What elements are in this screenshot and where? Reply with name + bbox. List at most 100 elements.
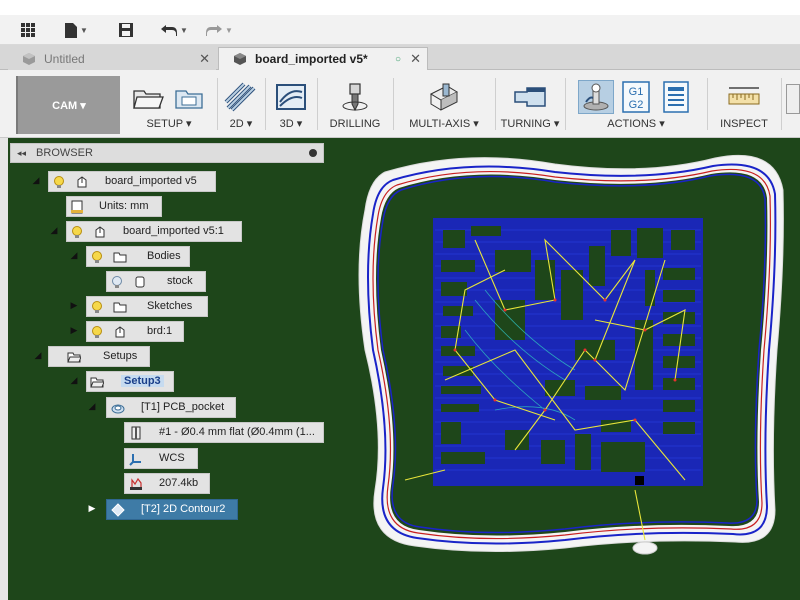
file-menu-button[interactable]: ▼ bbox=[64, 19, 88, 41]
expand-icon[interactable]: ▶ bbox=[68, 300, 80, 311]
folder-icon bbox=[113, 252, 127, 263]
turning-group[interactable]: TURNING ▾ bbox=[496, 74, 564, 134]
tree-node-toolpath-size[interactable]: 207.4kb bbox=[124, 473, 210, 494]
close-icon[interactable]: ✕ bbox=[410, 51, 421, 67]
expand-icon[interactable]: ◢ bbox=[30, 175, 42, 186]
tree-node-setup3[interactable]: Setup3 bbox=[86, 371, 174, 392]
tree-node-wcs[interactable]: WCS bbox=[124, 448, 198, 469]
post-process-icon[interactable]: G1 G2 bbox=[618, 80, 654, 114]
collapse-browser-icon[interactable]: ◂◂ bbox=[17, 148, 26, 159]
unsaved-indicator-icon: ○ bbox=[394, 53, 401, 65]
setup-sheet-document-icon[interactable] bbox=[658, 80, 694, 114]
2d-toolpath-icon[interactable] bbox=[223, 80, 259, 114]
tree-node-stock[interactable]: stock bbox=[106, 271, 206, 292]
toolpath-viewport[interactable] bbox=[345, 150, 800, 560]
multi-axis-group[interactable]: MULTI-AXIS ▾ bbox=[394, 74, 494, 134]
simulate-icon[interactable] bbox=[578, 80, 614, 114]
node-label: Bodies bbox=[147, 250, 181, 262]
visibility-bulb-icon[interactable] bbox=[90, 325, 104, 339]
3d-toolpath-icon[interactable] bbox=[273, 80, 309, 114]
expand-icon[interactable]: ◢ bbox=[48, 225, 60, 236]
expand-icon[interactable]: ▶ bbox=[68, 325, 80, 336]
document-icon bbox=[71, 200, 83, 214]
tree-node-bodies[interactable]: Bodies bbox=[86, 246, 190, 267]
tree-node-sketches[interactable]: Sketches bbox=[86, 296, 208, 317]
grid-icon bbox=[21, 23, 35, 37]
visibility-bulb-icon[interactable] bbox=[90, 300, 104, 314]
redo-icon bbox=[206, 25, 222, 36]
component-icon bbox=[77, 176, 87, 188]
visibility-bulb-icon[interactable] bbox=[110, 275, 124, 289]
expand-icon[interactable]: ◢ bbox=[68, 375, 80, 386]
stock-tab bbox=[632, 541, 658, 555]
component-icon bbox=[234, 53, 246, 65]
setup-sheet-icon[interactable] bbox=[172, 80, 208, 114]
measure-icon[interactable] bbox=[726, 80, 762, 114]
undo-icon bbox=[161, 25, 177, 36]
tree-node-root[interactable]: board_imported v5 bbox=[48, 171, 216, 192]
node-label: 207.4kb bbox=[159, 477, 199, 489]
actions-group[interactable]: G1 G2 ACTIONS ▾ bbox=[566, 74, 706, 134]
node-label: Setup3 bbox=[121, 375, 164, 387]
3d-group[interactable]: 3D ▾ bbox=[266, 74, 316, 134]
drilling-group[interactable]: DRILLING bbox=[318, 74, 392, 134]
undo-button[interactable]: ▼ bbox=[160, 19, 188, 41]
turning-icon[interactable] bbox=[512, 80, 548, 114]
save-button[interactable] bbox=[118, 19, 134, 41]
tree-node-setups[interactable]: Setups bbox=[48, 346, 150, 367]
component-icon bbox=[23, 52, 35, 65]
ribbon-toolbar: CAM ▾ SETUP ▾ 2D ▾ 3D ▾ DRILLING MULTI-A… bbox=[0, 70, 800, 138]
2d-label: 2D ▾ bbox=[229, 118, 253, 130]
multi-axis-icon[interactable] bbox=[426, 80, 462, 114]
multi-axis-label: MULTI-AXIS ▾ bbox=[409, 118, 479, 130]
browser-header[interactable]: ◂◂ BROWSER bbox=[10, 143, 324, 163]
expand-icon[interactable]: ◢ bbox=[32, 350, 44, 361]
turning-label: TURNING ▾ bbox=[500, 118, 560, 130]
tab-board-imported[interactable]: board_imported v5* ○ ✕ bbox=[218, 47, 428, 70]
save-icon bbox=[119, 23, 133, 37]
workspace-label: CAM ▾ bbox=[52, 99, 86, 112]
tab-untitled-label: Untitled bbox=[44, 51, 85, 66]
setup-group[interactable]: SETUP ▾ bbox=[122, 74, 216, 134]
redo-button[interactable]: ▼ bbox=[205, 19, 233, 41]
tree-node-brd[interactable]: brd:1 bbox=[86, 321, 184, 342]
expand-icon[interactable]: ◢ bbox=[86, 401, 98, 412]
node-label: Units: mm bbox=[99, 200, 149, 212]
tab-untitled[interactable]: Untitled ✕ bbox=[8, 47, 216, 70]
fusion-cam-window: ▼ ▼ ▼ Untitled ✕ board_imported v5* ○ ✕ bbox=[0, 0, 800, 600]
expand-icon[interactable]: ◢ bbox=[68, 250, 80, 261]
origin-marker bbox=[635, 476, 644, 485]
visibility-bulb-icon[interactable] bbox=[70, 225, 84, 239]
tree-node-tool[interactable]: #1 - Ø0.4 mm flat (Ø0.4mm (1... bbox=[124, 422, 324, 443]
expand-icon[interactable]: ▶ bbox=[86, 503, 98, 514]
overflow-tool-icon[interactable] bbox=[786, 84, 800, 114]
tree-node-2d-contour[interactable]: [T2] 2D Contour2 bbox=[106, 499, 238, 520]
pin-icon[interactable] bbox=[309, 149, 317, 157]
setup-folder-icon[interactable] bbox=[130, 80, 166, 114]
quick-access-toolbar: ▼ ▼ ▼ bbox=[0, 15, 800, 45]
workspace-switcher[interactable]: CAM ▾ bbox=[16, 76, 120, 134]
visibility-bulb-icon[interactable] bbox=[90, 250, 104, 264]
2d-group[interactable]: 2D ▾ bbox=[218, 74, 264, 134]
file-icon bbox=[65, 22, 77, 38]
actions-label: ACTIONS ▾ bbox=[607, 118, 665, 130]
coordinate-system-icon bbox=[129, 454, 141, 466]
inspect-group[interactable]: INSPECT bbox=[708, 74, 780, 134]
drill-icon[interactable] bbox=[337, 80, 373, 114]
tree-node-pcb-pocket[interactable]: [T1] PCB_pocket bbox=[106, 397, 236, 418]
node-label: [T2] 2D Contour2 bbox=[141, 503, 226, 515]
endmill-icon bbox=[131, 426, 141, 440]
toolpath-data-icon bbox=[130, 477, 142, 490]
divider bbox=[781, 78, 782, 130]
canvas-left-edge bbox=[0, 138, 8, 600]
node-label: stock bbox=[167, 275, 193, 287]
node-label: board_imported v5:1 bbox=[123, 225, 224, 237]
tree-node-units[interactable]: Units: mm bbox=[66, 196, 162, 217]
app-grid-button[interactable] bbox=[20, 19, 36, 41]
pocket-operation-icon bbox=[111, 404, 125, 414]
folder-icon bbox=[113, 302, 127, 313]
close-icon[interactable]: ✕ bbox=[199, 51, 210, 67]
visibility-bulb-icon[interactable] bbox=[52, 175, 66, 189]
tree-node-component[interactable]: board_imported v5:1 bbox=[66, 221, 242, 242]
g1-text: G1 bbox=[629, 86, 644, 98]
